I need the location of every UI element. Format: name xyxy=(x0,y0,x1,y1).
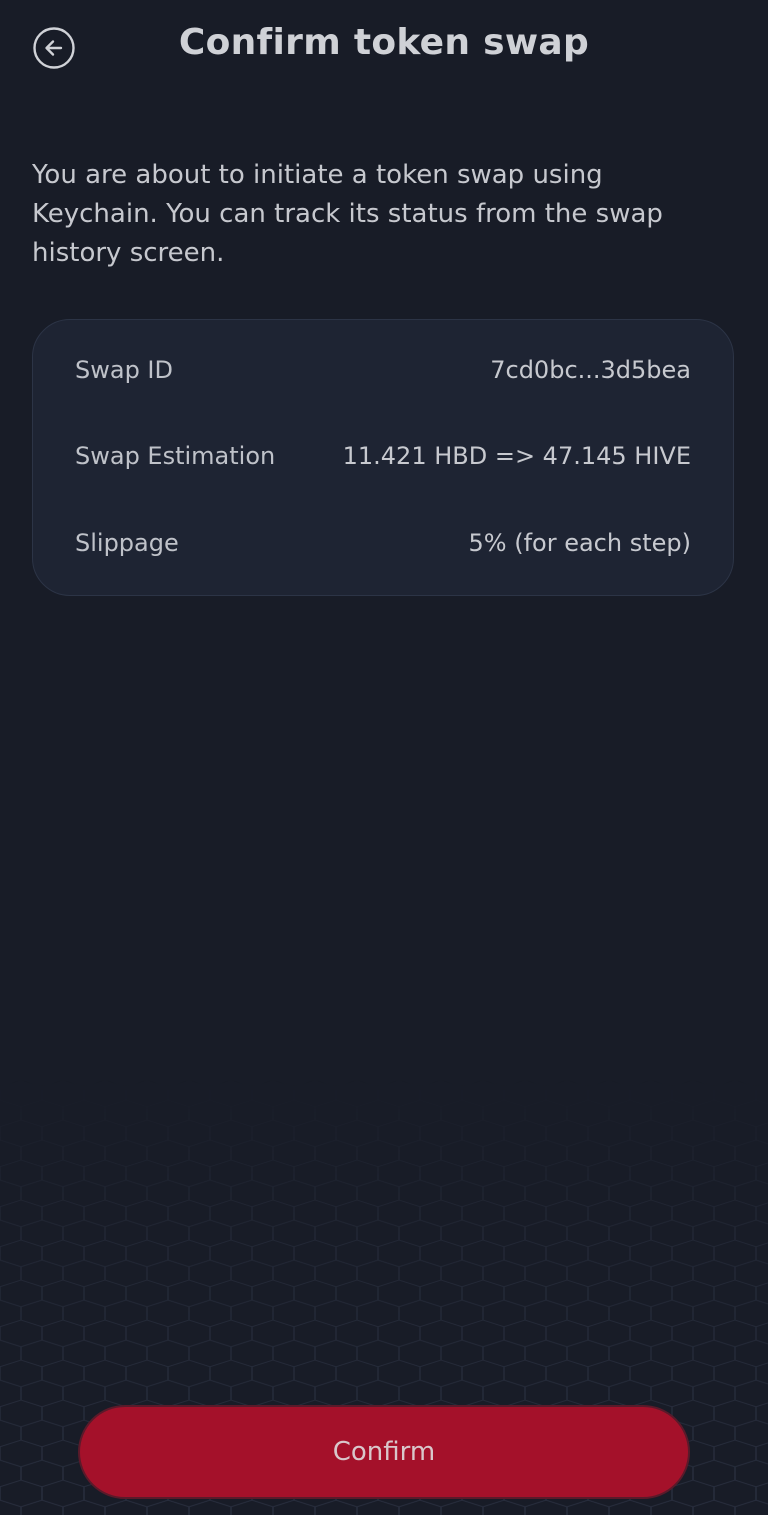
swap-description: You are about to initiate a token swap u… xyxy=(32,160,663,268)
swap-id-label: Swap ID xyxy=(75,356,173,384)
swap-id-row: Swap ID 7cd0bc...3d5bea xyxy=(75,350,691,390)
slippage-value: 5% (for each step) xyxy=(468,529,691,557)
slippage-row: Slippage 5% (for each step) xyxy=(75,523,691,563)
swap-estimation-label: Swap Estimation xyxy=(75,442,276,470)
slippage-label: Slippage xyxy=(75,529,179,557)
swap-estimation-row: Swap Estimation 11.421 HBD => 47.145 HIV… xyxy=(75,436,691,476)
swap-summary-card: Swap ID 7cd0bc...3d5bea Swap Estimation … xyxy=(32,319,734,596)
header: Confirm token swap xyxy=(0,0,768,96)
swap-id-value: 7cd0bc...3d5bea xyxy=(490,356,691,384)
swap-estimation-value: 11.421 HBD => 47.145 HIVE xyxy=(342,442,691,470)
page-title: Confirm token swap xyxy=(178,22,590,63)
confirm-button[interactable]: Confirm xyxy=(78,1405,690,1499)
confirm-swap-screen: Confirm token swap You are about to init… xyxy=(0,0,768,1515)
